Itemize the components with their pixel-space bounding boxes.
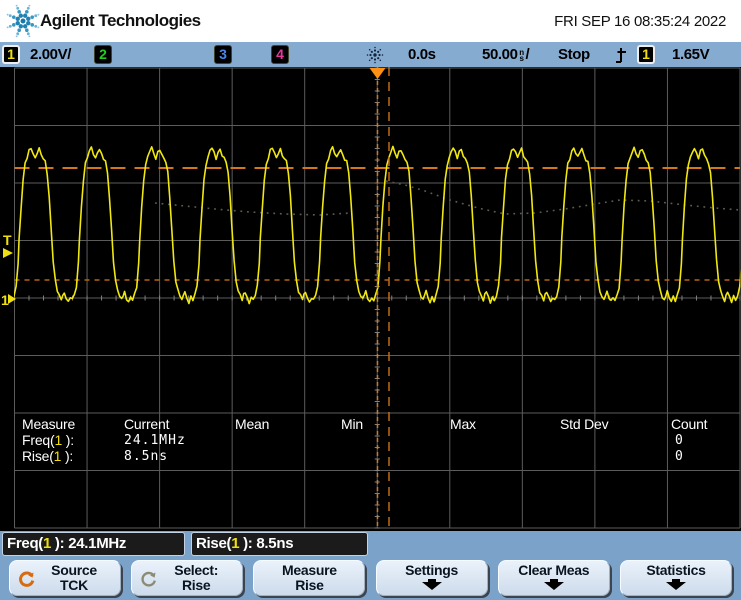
softkey-clear-meas-label: Clear Meas (518, 562, 590, 578)
agilent-logo-icon (6, 4, 40, 38)
softkey-select-button[interactable]: Select: Rise (131, 560, 244, 596)
trigger-level-readout: 1.65V (672, 46, 710, 63)
measure-header-measure: Measure (22, 416, 76, 432)
down-arrow-icon (421, 579, 442, 590)
softkey-panel: Freq(1 ): 24.1MHz Rise(1 ): 8.5ns Source… (0, 531, 741, 600)
softkey-select-line1: Select: (174, 562, 219, 578)
intensity-sun-icon (366, 46, 384, 64)
softkey-statistics-button[interactable]: Statistics (619, 560, 732, 596)
acquisition-state: Stop (558, 46, 590, 63)
rotary-knob-icon (141, 571, 157, 587)
channel-4-badge[interactable]: 4 (271, 45, 289, 64)
timebase-unit: ns (519, 48, 524, 63)
measure-header-current: Current (124, 416, 170, 432)
timebase-value: 50.00 (482, 46, 518, 63)
softkey-source-line2: TCK (60, 577, 88, 593)
softkey-settings-button[interactable]: Settings (375, 560, 488, 596)
edge-trigger-icon (616, 48, 626, 63)
measure-row-rise-current: 8.5ns (124, 449, 169, 464)
measure-header-mean: Mean (235, 416, 270, 432)
header-bar: Agilent Technologies FRI SEP 16 08:35:24… (0, 0, 741, 42)
delay-readout: 0.0s (408, 46, 436, 63)
waveform-display: T1 Measure Current Mean Min Max Std Dev … (0, 67, 741, 531)
measure-header-count: Count (671, 416, 708, 432)
softkey-statistics-label: Statistics (646, 562, 706, 578)
channel-1-badge[interactable]: 1 (2, 45, 20, 64)
softkey-measure-line2: Rise (295, 577, 324, 593)
freq-readout-box: Freq(1 ): 24.1MHz (2, 532, 185, 556)
softkey-source-button[interactable]: Source TCK (9, 560, 121, 596)
softkey-select-line2: Rise (182, 577, 211, 593)
down-arrow-icon (543, 579, 564, 590)
channel-3-badge[interactable]: 3 (214, 45, 232, 64)
measure-row-freq-label: Freq(1 ): (22, 432, 74, 448)
rise-readout-box: Rise(1 ): 8.5ns (191, 532, 368, 556)
measure-row-freq-count: 0 (675, 433, 684, 448)
measure-header-stddev: Std Dev (560, 416, 609, 432)
measure-row-rise-count: 0 (675, 449, 684, 464)
datetime-label: FRI SEP 16 08:35:24 2022 (554, 13, 726, 30)
softkey-row: Source TCK Select: Rise Measure Rise Settin… (0, 560, 741, 600)
measure-row-rise-label: Rise(1 ): (22, 448, 74, 464)
measure-row-freq-current: 24.1MHz (124, 433, 186, 448)
down-arrow-icon (665, 579, 686, 590)
trigger-source-badge[interactable]: 1 (637, 45, 655, 64)
softkey-source-line1: Source (51, 562, 97, 578)
channel-1-scale: 2.00V/ (30, 46, 71, 63)
measure-header-min: Min (341, 416, 363, 432)
rotary-knob-icon (19, 571, 35, 587)
timebase-readout: 50.00 n s / (482, 46, 530, 63)
measure-table: Measure Current Mean Min Max Std Dev Cou… (0, 67, 741, 531)
brand-title: Agilent Technologies (40, 11, 201, 30)
softkey-settings-label: Settings (405, 562, 458, 578)
measure-header-max: Max (450, 416, 476, 432)
softkey-measure-line1: Measure (282, 562, 337, 578)
softkey-clear-meas-button[interactable]: Clear Meas (497, 560, 610, 596)
channel-2-badge[interactable]: 2 (94, 45, 112, 64)
status-bar: 1 2.00V/ 2 3 4 0.0s 50.00 n s / Stop 1 1.65… (0, 42, 741, 67)
oscilloscope-screen: Agilent Technologies FRI SEP 16 08:35:24… (0, 0, 741, 600)
softkey-measure-button[interactable]: Measure Rise (253, 560, 366, 596)
